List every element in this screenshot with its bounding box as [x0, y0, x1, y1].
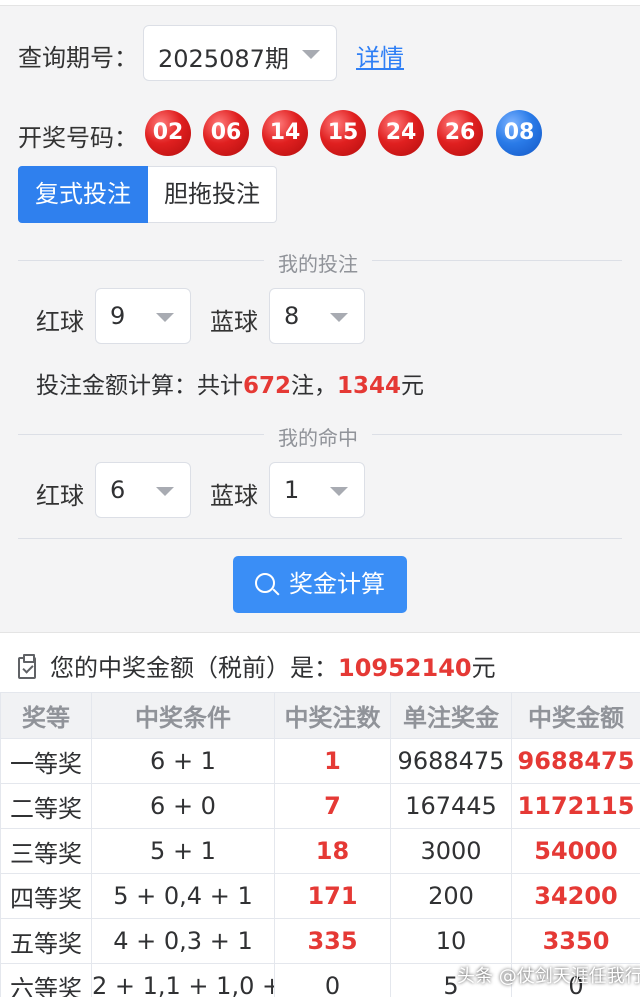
- bet-amount-calc: 投注金额计算：共计672注，1344元: [36, 366, 424, 400]
- header-condition: 中奖条件: [91, 692, 275, 739]
- calc-prefix: 投注金额计算：共计: [36, 373, 243, 399]
- bet-amount: 1344: [337, 373, 402, 399]
- prize-calc-button[interactable]: 奖金计算: [233, 556, 407, 613]
- cell-unit-prize: 200: [390, 873, 512, 919]
- red-ball: 26: [437, 110, 483, 156]
- cell-count: 1: [274, 738, 391, 784]
- hit-red-value: 6: [110, 476, 126, 504]
- cell-count: 7: [274, 783, 391, 829]
- hit-red-select[interactable]: 6: [95, 462, 191, 518]
- cell-level: 二等奖: [0, 783, 92, 829]
- header-count: 中奖注数: [274, 692, 391, 739]
- prize-result: 您的中奖金额（税前）是：10952140元: [18, 648, 496, 683]
- bet-blue-label: 蓝球: [210, 308, 258, 336]
- watermark: 头条 @仗剑天涯任我行: [457, 966, 640, 987]
- table-row: 四等奖 5 + 0,4 + 1 171 200 34200: [0, 873, 640, 919]
- top-border: [0, 0, 640, 6]
- cell-total: 54000: [511, 828, 640, 874]
- red-ball: 06: [203, 110, 249, 156]
- hit-blue-value: 1: [284, 476, 300, 504]
- bet-blue-value: 8: [284, 302, 300, 330]
- hit-red-label: 红球: [36, 482, 84, 510]
- red-ball: 14: [262, 110, 308, 156]
- header-total: 中奖金额: [511, 692, 640, 739]
- cell-level: 四等奖: [0, 873, 92, 919]
- cell-condition: 5 + 0,4 + 1: [91, 873, 275, 919]
- chevron-down-icon: [156, 487, 174, 496]
- red-ball: 15: [320, 110, 366, 156]
- table-row: 一等奖 6 + 1 1 9688475 9688475: [0, 738, 640, 784]
- bet-red-label: 红球: [36, 308, 84, 336]
- calc-suffix: 元: [401, 373, 425, 399]
- cell-condition: 6 + 0: [91, 783, 275, 829]
- cell-level: 六等奖: [0, 963, 92, 997]
- header-unit-prize: 单注奖金: [390, 692, 512, 739]
- result-suffix: 元: [471, 654, 496, 682]
- result-amount: 10952140: [338, 654, 472, 682]
- table-header-row: 奖等 中奖条件 中奖注数 单注奖金 中奖金额: [0, 692, 640, 739]
- cell-unit-prize: 3000: [390, 828, 512, 874]
- prize-table: 奖等 中奖条件 中奖注数 单注奖金 中奖金额 一等奖 6 + 1 1 96884…: [0, 692, 640, 997]
- table-row: 三等奖 5 + 1 18 3000 54000: [0, 828, 640, 874]
- bet-red-select[interactable]: 9: [95, 288, 191, 344]
- bet-blue-select[interactable]: 8: [269, 288, 365, 344]
- period-value: 2025087期: [158, 45, 289, 73]
- notes-count: 672: [243, 373, 292, 399]
- chevron-down-icon: [156, 313, 174, 322]
- table-row: 二等奖 6 + 0 7 167445 1172115: [0, 783, 640, 829]
- tab-banker-bet[interactable]: 胆拖投注: [148, 166, 277, 223]
- cell-condition: 5 + 1: [91, 828, 275, 874]
- blue-ball: 08: [496, 110, 542, 156]
- cell-count: 18: [274, 828, 391, 874]
- cell-count: 335: [274, 918, 391, 964]
- bet-red-value: 9: [110, 302, 126, 330]
- cell-unit-prize: 10: [390, 918, 512, 964]
- bet-type-tabs: 复式投注 胆拖投注: [18, 166, 277, 223]
- table-row: 五等奖 4 + 0,3 + 1 335 10 3350: [0, 918, 640, 964]
- draw-label: 开奖号码：: [18, 124, 138, 152]
- detail-link[interactable]: 详情: [356, 38, 404, 73]
- chevron-down-icon: [330, 313, 348, 322]
- calc-mid: 注，: [291, 373, 338, 399]
- hit-blue-select[interactable]: 1: [269, 462, 365, 518]
- hit-blue-label: 蓝球: [210, 482, 258, 510]
- cell-count: 171: [274, 873, 391, 919]
- cell-unit-prize: 9688475: [390, 738, 512, 784]
- cell-total: 9688475: [511, 738, 640, 784]
- section-divider: [18, 538, 622, 539]
- cell-total: 3350: [511, 918, 640, 964]
- red-ball: 24: [378, 110, 424, 156]
- red-ball: 02: [145, 110, 191, 156]
- chevron-down-icon: [330, 487, 348, 496]
- cell-level: 一等奖: [0, 738, 92, 784]
- my-hit-title: 我的命中: [264, 422, 372, 451]
- search-icon: [255, 573, 275, 593]
- prize-calc-label: 奖金计算: [289, 570, 385, 598]
- period-label: 查询期号：: [18, 44, 138, 72]
- cell-level: 三等奖: [0, 828, 92, 874]
- cell-condition: 2 + 1,1 + 1,0 + 1: [91, 963, 275, 997]
- cell-total: 34200: [511, 873, 640, 919]
- period-select[interactable]: 2025087期: [143, 25, 337, 81]
- cell-unit-prize: 167445: [390, 783, 512, 829]
- cell-condition: 4 + 0,3 + 1: [91, 918, 275, 964]
- header-level: 奖等: [0, 692, 92, 739]
- chevron-down-icon: [302, 50, 320, 59]
- cell-total: 1172115: [511, 783, 640, 829]
- cell-condition: 6 + 1: [91, 738, 275, 784]
- clipboard-check-icon: [18, 654, 36, 679]
- tab-compound-bet[interactable]: 复式投注: [18, 166, 148, 223]
- my-bet-title: 我的投注: [264, 248, 372, 277]
- result-prefix: 您的中奖金额（税前）是：: [50, 654, 338, 682]
- cell-count: 0: [274, 963, 391, 997]
- cell-level: 五等奖: [0, 918, 92, 964]
